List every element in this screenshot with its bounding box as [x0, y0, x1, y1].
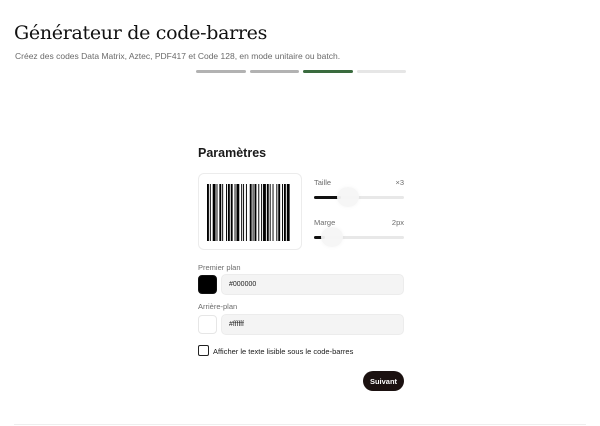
barcode-bar: [286, 184, 290, 241]
barcode-bar: [209, 184, 211, 241]
barcode-bar: [252, 184, 254, 241]
size-slider-thumb[interactable]: [337, 187, 359, 207]
barcode-bar: [249, 184, 252, 241]
size-value: ×3: [395, 178, 404, 187]
barcode-bar: [207, 184, 209, 241]
barcode-bar: [254, 184, 257, 241]
background-label: Arrière-plan: [198, 302, 238, 311]
foreground-color-input[interactable]: #000000: [221, 274, 404, 295]
settings-title: Paramètres: [198, 146, 267, 160]
barcode-bar: [226, 184, 227, 241]
barcode-bar: [216, 184, 218, 241]
barcode-bar: [263, 184, 266, 241]
foreground-label: Premier plan: [198, 263, 241, 272]
margin-value: 2px: [391, 218, 404, 227]
step-2: [249, 70, 299, 73]
barcode-bar: [261, 184, 263, 241]
barcode-bar: [272, 184, 274, 241]
barcode-bar: [278, 184, 281, 241]
barcode-bar: [230, 184, 233, 241]
barcode-bar: [212, 184, 216, 241]
barcode-bar: [276, 184, 278, 241]
step-3: [303, 70, 353, 73]
margin-slider[interactable]: [314, 227, 404, 247]
barcode-preview: [198, 173, 302, 250]
margin-label: Marge: [314, 218, 336, 227]
show-text-checkbox[interactable]: [198, 345, 209, 356]
barcode-image: [207, 184, 290, 241]
barcode-bar: [234, 184, 236, 241]
size-label: Taille: [314, 178, 332, 187]
size-slider[interactable]: [314, 187, 404, 207]
barcode-bar: [283, 184, 286, 241]
step-4: [356, 70, 406, 73]
page-title: Générateur de code-barres: [14, 22, 268, 44]
step-1: [196, 70, 246, 73]
margin-slider-thumb[interactable]: [321, 227, 343, 247]
barcode-bar: [282, 184, 283, 241]
barcode-bar: [266, 184, 269, 241]
page-subtitle: Créez des codes Data Matrix, Aztec, PDF4…: [15, 51, 341, 61]
barcode-bar: [243, 184, 245, 241]
background-color-input[interactable]: #ffffff: [221, 314, 404, 335]
barcode-bar: [227, 184, 230, 241]
progress-stepper: [196, 70, 406, 74]
next-button[interactable]: Suivant: [363, 371, 404, 391]
background-color-swatch[interactable]: [198, 315, 217, 334]
barcode-bar: [236, 184, 240, 241]
foreground-color-swatch[interactable]: [198, 275, 217, 294]
barcode-bar: [241, 184, 243, 241]
barcode-bar: [219, 184, 222, 241]
barcode-bar: [222, 184, 224, 241]
barcode-bar: [269, 184, 271, 241]
bottom-divider: [14, 424, 586, 425]
barcode-bar: [258, 184, 260, 241]
barcode-bar: [245, 184, 247, 241]
show-text-label: Afficher le texte lisible sous le code-b…: [213, 347, 354, 356]
